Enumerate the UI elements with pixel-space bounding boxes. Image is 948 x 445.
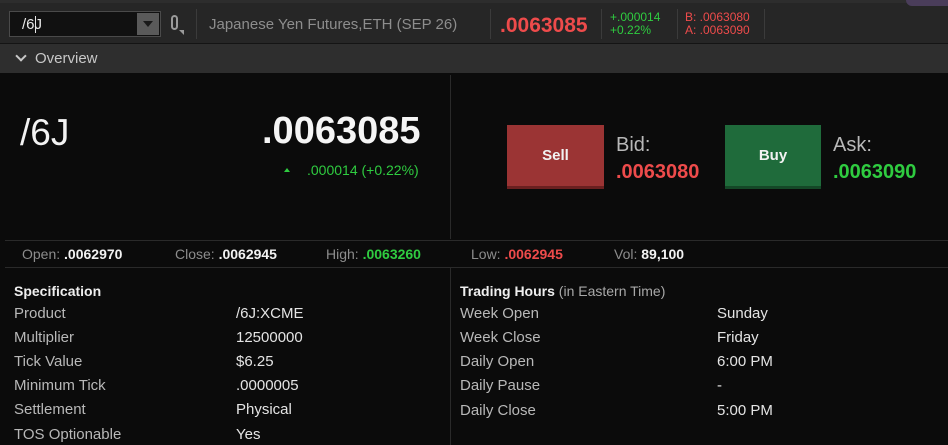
divider — [490, 9, 491, 39]
sell-button-label: Sell — [542, 147, 569, 164]
spec-row-value: /6J:XCME — [236, 305, 304, 322]
last-price-small: .0063085 — [500, 14, 588, 37]
spec-row-label: Tick Value — [14, 353, 83, 370]
ask-value: .0063090 — [833, 161, 917, 183]
stat-volume-value: 89,100 — [641, 246, 685, 262]
ask-small: A: .0063090 — [685, 23, 750, 37]
bid-label: Bid: — [616, 134, 651, 156]
stat-low-label: Low: — [471, 246, 501, 262]
stat-volume-label: Vol: — [614, 246, 638, 262]
stats-row: Open: .0062970 Close: .0062945 High: .00… — [5, 240, 948, 268]
instrument-description: Japanese Yen Futures,ETH (SEP 26) — [209, 16, 458, 33]
hours-row-label: Daily Close — [460, 402, 536, 419]
hours-row-label: Week Open — [460, 305, 539, 322]
bid-ask-small: B: .0063080 A: .0063090 — [685, 11, 750, 37]
symbol-input-text[interactable]: /6J — [22, 16, 42, 33]
stat-close-label: Close: — [175, 246, 215, 262]
symbol-input[interactable]: /6J — [9, 11, 161, 37]
hours-row-label: Daily Pause — [460, 377, 541, 394]
quote-toolbar: /6J Japanese Yen Futures,ETH (SEP 26) .0… — [0, 3, 948, 44]
trading-hours-section: Trading Hours (in Eastern Time) Week Ope… — [450, 268, 948, 445]
stat-open-label: Open: — [22, 246, 61, 262]
specification-title: Specification — [14, 283, 102, 299]
trading-hours-title-text: Trading Hours — [460, 283, 555, 299]
symbol-large: /6J — [20, 112, 70, 153]
spec-row-label: TOS Optionable — [14, 426, 122, 443]
hours-row-value: - — [717, 377, 722, 394]
divider — [764, 9, 765, 39]
spec-row-value: $6.25 — [236, 353, 274, 370]
buy-button[interactable]: Buy — [725, 125, 821, 189]
spec-row-label: Product — [14, 305, 66, 322]
buy-button-label: Buy — [758, 147, 788, 164]
stat-open: Open: .0062970 — [22, 246, 122, 262]
stat-low: Low: .0062945 — [471, 246, 563, 262]
overview-title[interactable]: Overview — [35, 50, 98, 67]
change-large: .000014 (+0.22%) — [307, 162, 419, 178]
up-triangle-icon — [284, 168, 290, 172]
hours-row-value: Sunday — [717, 305, 768, 322]
spec-row-label: Minimum Tick — [14, 377, 106, 394]
stat-high: High: .0063260 — [326, 246, 421, 262]
quote-panel — [5, 75, 450, 239]
hours-row-label: Week Close — [460, 329, 541, 346]
window-corner-icon[interactable] — [906, 0, 948, 6]
spec-row-value: Yes — [236, 426, 261, 443]
chevron-down-icon[interactable] — [15, 50, 27, 62]
text-caret — [35, 16, 36, 33]
pct-change-small: +0.22% — [610, 23, 652, 37]
hours-row-value: Friday — [717, 329, 759, 346]
ask-label: Ask: — [833, 134, 872, 156]
stat-high-label: High: — [326, 246, 359, 262]
hours-row-value: 5:00 PM — [717, 402, 773, 419]
link-icon[interactable] — [168, 13, 184, 37]
spec-row-value: Physical — [236, 401, 292, 418]
spec-row-label: Settlement — [14, 401, 86, 418]
dropdown-arrow-icon[interactable] — [137, 13, 159, 35]
divider — [601, 9, 602, 39]
spec-row-value: .0000005 — [236, 377, 299, 394]
trading-hours-subtitle: (in Eastern Time) — [558, 283, 666, 299]
trading-hours-title: Trading Hours (in Eastern Time) — [460, 283, 665, 299]
last-price-large: .0063085 — [262, 110, 421, 152]
divider — [677, 9, 678, 39]
stat-close: Close: .0062945 — [175, 246, 277, 262]
specification-section: Specification Product /6J:XCME Multiplie… — [5, 268, 450, 445]
change-small: +.000014 +0.22% — [610, 11, 660, 37]
stat-high-value: .0063260 — [362, 246, 421, 262]
overview-header[interactable]: Overview — [0, 44, 948, 73]
hours-row-value: 6:00 PM — [717, 353, 773, 370]
spec-row-label: Multiplier — [14, 329, 75, 346]
stat-close-value: .0062945 — [218, 246, 277, 262]
spec-row-value: 12500000 — [236, 329, 303, 346]
divider — [196, 9, 197, 39]
stat-open-value: .0062970 — [64, 246, 123, 262]
stat-volume: Vol: 89,100 — [614, 246, 684, 262]
hours-row-label: Daily Open — [460, 353, 535, 370]
sell-button[interactable]: Sell — [507, 125, 604, 189]
bid-value: .0063080 — [616, 161, 700, 183]
stat-low-value: .0062945 — [504, 246, 563, 262]
